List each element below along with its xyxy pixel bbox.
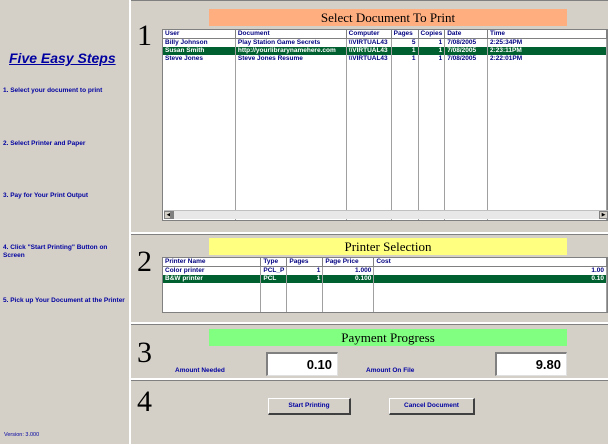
table-row[interactable]: Color printer PCL_P 1 1.000 1.00 bbox=[163, 266, 607, 275]
step-5-instruction: 5. Pick up Your Document at the Printer bbox=[3, 297, 125, 304]
column-header-time[interactable]: Time bbox=[487, 30, 607, 39]
cell-copies: 1 bbox=[418, 38, 446, 47]
document-grid[interactable]: User Document Computer Pages Copies Date… bbox=[162, 29, 608, 221]
amount-on-file-label: Amount On File bbox=[366, 367, 415, 374]
cell-type: PCL bbox=[260, 275, 288, 283]
payment-panel-title: Payment Progress bbox=[209, 329, 567, 346]
cancel-document-button[interactable]: Cancel Document bbox=[389, 398, 475, 415]
payment-panel: 3 Payment Progress Amount Needed 0.10 Am… bbox=[131, 324, 608, 380]
cell-printer-name: Color printer bbox=[163, 266, 262, 275]
scroll-thumb[interactable] bbox=[170, 211, 174, 219]
cell-date: 7/08/2005 bbox=[444, 55, 488, 63]
cell-document: Play Station Game Secrets bbox=[235, 38, 347, 47]
column-header-pages[interactable]: Pages bbox=[286, 258, 324, 267]
column-header-cost[interactable]: Cost bbox=[373, 258, 607, 267]
column-header-printer-name[interactable]: Printer Name bbox=[163, 258, 262, 267]
step-1-instruction: 1. Select your document to print bbox=[3, 87, 103, 94]
column-header-user[interactable]: User bbox=[163, 30, 236, 39]
step-number-1: 1 bbox=[137, 19, 152, 52]
amount-needed-value: 0.10 bbox=[266, 352, 338, 376]
cell-time: 2:25:34PM bbox=[487, 38, 607, 47]
cell-printer-name: B&W printer bbox=[163, 275, 262, 283]
cell-document: Steve Jones Resume bbox=[235, 55, 347, 63]
cell-pages: 1 bbox=[391, 55, 419, 63]
cell-cost: 1.00 bbox=[373, 266, 607, 275]
document-panel: 1 Select Document To Print User Document… bbox=[131, 0, 608, 234]
cell-time: 2:22:01PM bbox=[487, 55, 607, 63]
cell-user: Steve Jones bbox=[163, 55, 236, 63]
sidebar: Five Easy Steps 1. Select your document … bbox=[0, 0, 131, 444]
cell-cost: 0.10 bbox=[373, 275, 607, 283]
cell-page-price: 1.000 bbox=[322, 266, 375, 275]
cell-date: 7/08/2005 bbox=[444, 38, 488, 47]
cell-pages: 1 bbox=[286, 266, 324, 275]
cell-type: PCL_P bbox=[260, 266, 288, 275]
action-panel: 4 Start Printing Cancel Document bbox=[131, 380, 608, 444]
step-2-instruction: 2. Select Printer and Paper bbox=[3, 140, 86, 147]
table-row[interactable]: Billy Johnson Play Station Game Secrets … bbox=[163, 38, 607, 47]
cell-computer: \\VIRTUAL43 bbox=[346, 47, 392, 55]
table-row-selected[interactable]: B&W printer PCL 1 0.100 0.10 bbox=[163, 275, 607, 283]
column-header-page-price[interactable]: Page Price bbox=[322, 258, 375, 267]
scroll-right-icon[interactable]: ▶ bbox=[599, 211, 608, 219]
step-number-2: 2 bbox=[137, 245, 152, 278]
horizontal-scrollbar[interactable]: ◀ ▶ bbox=[164, 210, 608, 219]
column-header-document[interactable]: Document bbox=[235, 30, 347, 39]
document-panel-title: Select Document To Print bbox=[209, 9, 567, 26]
step-number-3: 3 bbox=[137, 336, 152, 369]
printer-panel: 2 Printer Selection Printer Name Type Pa… bbox=[131, 234, 608, 324]
step-3-instruction: 3. Pay for Your Print Output bbox=[3, 192, 88, 199]
step-number-4: 4 bbox=[137, 385, 152, 418]
cell-time: 2:23:11PM bbox=[487, 47, 607, 55]
column-header-type[interactable]: Type bbox=[260, 258, 288, 267]
cell-pages: 1 bbox=[391, 47, 419, 55]
column-header-date[interactable]: Date bbox=[444, 30, 488, 39]
printer-grid[interactable]: Printer Name Type Pages Page Price Cost … bbox=[162, 257, 608, 313]
column-header-computer[interactable]: Computer bbox=[346, 30, 392, 39]
cell-computer: \\VIRTUAL43 bbox=[346, 38, 392, 47]
column-header-pages[interactable]: Pages bbox=[391, 30, 419, 39]
cell-computer: \\VIRTUAL43 bbox=[346, 55, 392, 63]
cell-user: Billy Johnson bbox=[163, 38, 236, 47]
table-row[interactable]: Steve Jones Steve Jones Resume \\VIRTUAL… bbox=[163, 55, 607, 63]
cell-copies: 1 bbox=[418, 55, 446, 63]
printer-panel-title: Printer Selection bbox=[209, 238, 567, 255]
cell-user: Susan Smith bbox=[163, 47, 236, 55]
version-label: Version: 3.000 bbox=[4, 432, 40, 438]
amount-needed-label: Amount Needed bbox=[175, 367, 225, 374]
step-4-instruction: 4. Click "Start Printing" Button on Scre… bbox=[3, 244, 108, 259]
start-printing-button[interactable]: Start Printing bbox=[268, 398, 351, 415]
amount-on-file-value: 9.80 bbox=[495, 352, 567, 376]
cell-pages: 5 bbox=[391, 38, 419, 47]
column-header-copies[interactable]: Copies bbox=[418, 30, 446, 39]
cell-pages: 1 bbox=[286, 275, 324, 283]
table-row-selected[interactable]: Susan Smith http://yourlibrarynamehere.c… bbox=[163, 47, 607, 55]
sidebar-title: Five Easy Steps bbox=[9, 50, 116, 66]
cell-page-price: 0.100 bbox=[322, 275, 375, 283]
cell-copies: 1 bbox=[418, 47, 446, 55]
cell-document: http://yourlibrarynamehere.com bbox=[235, 47, 347, 55]
cell-date: 7/08/2005 bbox=[444, 47, 488, 55]
